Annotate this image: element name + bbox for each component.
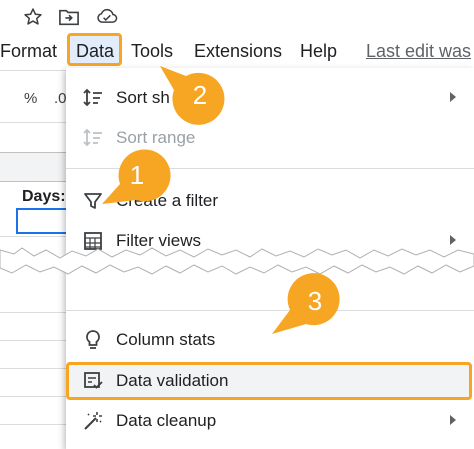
grid-line [0, 424, 66, 425]
sort-icon [82, 87, 104, 109]
menu-item-label: Data cleanup [116, 411, 217, 430]
menu-data[interactable]: Data [76, 38, 114, 64]
callout-number: 1 [129, 160, 145, 190]
menu-item-data-cleanup[interactable]: Data cleanup [66, 401, 474, 441]
percent-format-button[interactable]: % [24, 90, 37, 107]
decimal-format-button[interactable]: .0 [54, 90, 67, 107]
callout-3: 3 [268, 266, 348, 338]
cloud-saved-icon[interactable] [96, 6, 118, 28]
submenu-arrow-icon [450, 92, 456, 102]
menu-item-data-validation[interactable]: Data validation [66, 361, 474, 401]
magic-wand-icon [82, 410, 104, 432]
torn-edge-divider [0, 247, 474, 275]
menu-item-label: Column stats [116, 330, 216, 349]
lightbulb-icon [82, 329, 104, 351]
grid-line [0, 396, 66, 397]
grid-line [0, 368, 66, 369]
menu-item-sort-sheet[interactable]: Sort sh [66, 78, 474, 118]
format-toolbar: % .0 [0, 80, 67, 120]
submenu-arrow-icon [450, 415, 456, 425]
cell-days-label[interactable]: Days: [22, 188, 66, 206]
callout-number: 2 [192, 80, 208, 110]
selected-cell[interactable] [16, 208, 68, 234]
grid-line [0, 312, 66, 313]
data-validation-icon [82, 370, 104, 392]
callout-2: 2 [152, 62, 232, 132]
menu-format[interactable]: Format [0, 38, 57, 64]
menu-tools[interactable]: Tools [131, 38, 173, 64]
star-icon[interactable] [22, 6, 44, 28]
callout-number: 3 [307, 286, 323, 316]
column-header[interactable] [0, 152, 66, 182]
callout-1: 1 [92, 146, 172, 216]
menu-help[interactable]: Help [300, 38, 337, 64]
move-to-folder-icon[interactable] [58, 6, 80, 28]
menu-extensions[interactable]: Extensions [194, 38, 282, 64]
grid-line [0, 340, 66, 341]
last-edit-link[interactable]: Last edit was [366, 38, 471, 64]
menu-item-label: Data validation [116, 371, 229, 390]
toolbar-divider [0, 122, 66, 123]
grid-line [0, 236, 66, 237]
